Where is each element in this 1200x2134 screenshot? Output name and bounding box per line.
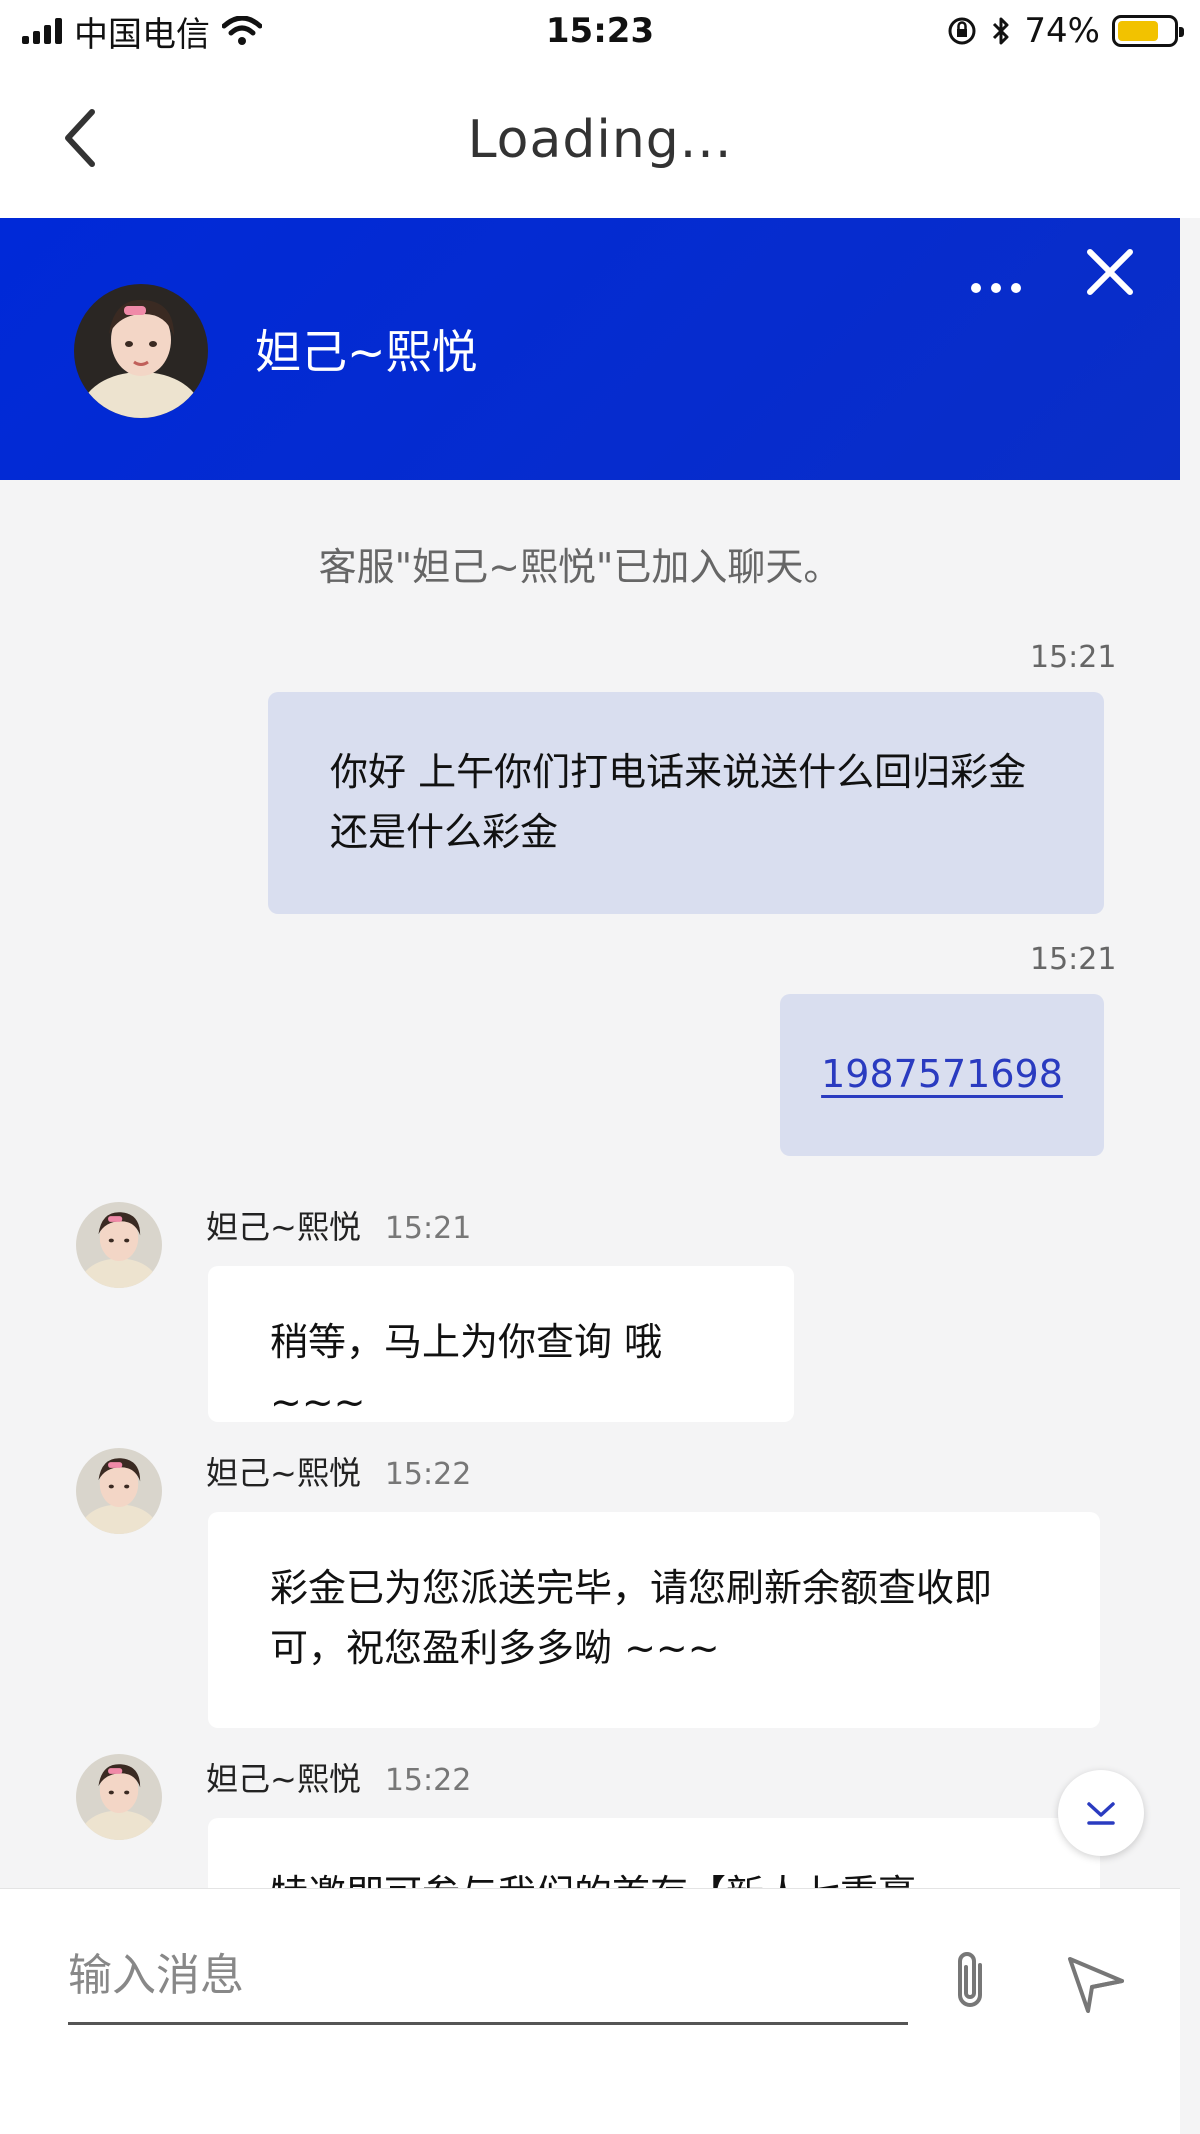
incoming-message: 彩金已为您派送完毕，请您刷新余额查收即可，祝您盈利多多呦 ~~~ — [208, 1512, 1100, 1728]
chat-header: 妲己~熙悦 — [0, 218, 1180, 480]
message-timestamp: 15:21 — [384, 1211, 472, 1246]
chevron-down-icon — [1087, 1802, 1115, 1825]
message-input[interactable] — [68, 1929, 908, 2025]
sender-line: 妲己~熙悦 15:22 — [206, 1754, 471, 1800]
incoming-message: 稍等，马上为你查询 哦~~~ — [208, 1266, 794, 1424]
battery-icon — [1112, 15, 1184, 47]
carrier-label: 中国电信 — [74, 14, 210, 55]
agent-avatar — [74, 284, 208, 418]
status-right: 74% — [946, 11, 1184, 51]
message-timestamp: 15:21 — [1030, 942, 1117, 977]
scroll-to-bottom-button[interactable] — [1058, 1770, 1144, 1856]
bluetooth-icon — [993, 17, 1009, 45]
phone-number-link[interactable]: 1987571698 — [821, 1052, 1063, 1096]
chat-screen: 中国电信 15:23 74% Loading... 妲己~熙悦 客服"妲己~熙悦… — [0, 0, 1200, 2134]
message-text: 稍等，马上为你查询 哦~~~ — [270, 1320, 663, 1424]
sender-name: 妲己~熙悦 — [206, 1208, 361, 1246]
sender-name: 妲己~熙悦 — [206, 1760, 361, 1798]
message-timestamp: 15:21 — [1030, 640, 1117, 675]
sender-line: 妲己~熙悦 15:22 — [206, 1448, 471, 1494]
incoming-message: 特邀即可参与我们的首存【新人七重豪 — [208, 1818, 1100, 1888]
message-text: 彩金已为您派送完毕，请您刷新余额查收即可，祝您盈利多多呦 ~~~ — [270, 1566, 993, 1670]
composer-bar — [0, 1888, 1180, 2134]
paperclip-icon[interactable] — [940, 1947, 1000, 2017]
agent-name: 妲己~熙悦 — [255, 325, 478, 379]
message-text: 特邀即可参与我们的首存【新人七重豪 — [270, 1872, 916, 1888]
signal-icon — [22, 18, 62, 44]
battery-percent: 74% — [1024, 11, 1100, 51]
message-list[interactable]: 客服"妲己~熙悦"已加入聊天。 15:21 你好 上午你们打电话来说送什么回归彩… — [0, 480, 1180, 1888]
close-icon[interactable] — [1080, 242, 1140, 302]
message-timestamp: 15:22 — [384, 1763, 472, 1798]
wifi-icon — [222, 16, 262, 45]
more-horizontal-icon — [971, 283, 1021, 293]
back-chevron-icon[interactable] — [58, 106, 106, 170]
outgoing-message: 你好 上午你们打电话来说送什么回归彩金还是什么彩金 — [268, 692, 1104, 914]
send-icon[interactable] — [1062, 1951, 1128, 2017]
battery-fill — [1118, 21, 1158, 41]
status-left: 中国电信 — [22, 7, 262, 56]
page-title: Loading... — [467, 110, 733, 170]
agent-avatar-small — [76, 1754, 162, 1840]
sender-name: 妲己~熙悦 — [206, 1454, 361, 1492]
outgoing-message: 1987571698 — [780, 994, 1104, 1156]
sender-line: 妲己~熙悦 15:21 — [206, 1202, 471, 1248]
nav-bar: Loading... — [0, 62, 1200, 218]
orientation-lock-icon — [948, 17, 976, 45]
agent-avatar-small — [76, 1448, 162, 1534]
more-options-button[interactable] — [968, 260, 1024, 316]
agent-avatar-small — [76, 1202, 162, 1288]
message-timestamp: 15:22 — [384, 1457, 472, 1492]
system-join-notice: 客服"妲己~熙悦"已加入聊天。 — [318, 545, 842, 589]
status-bar: 中国电信 15:23 74% — [0, 0, 1200, 62]
message-text: 你好 上午你们打电话来说送什么回归彩金还是什么彩金 — [330, 750, 1027, 854]
